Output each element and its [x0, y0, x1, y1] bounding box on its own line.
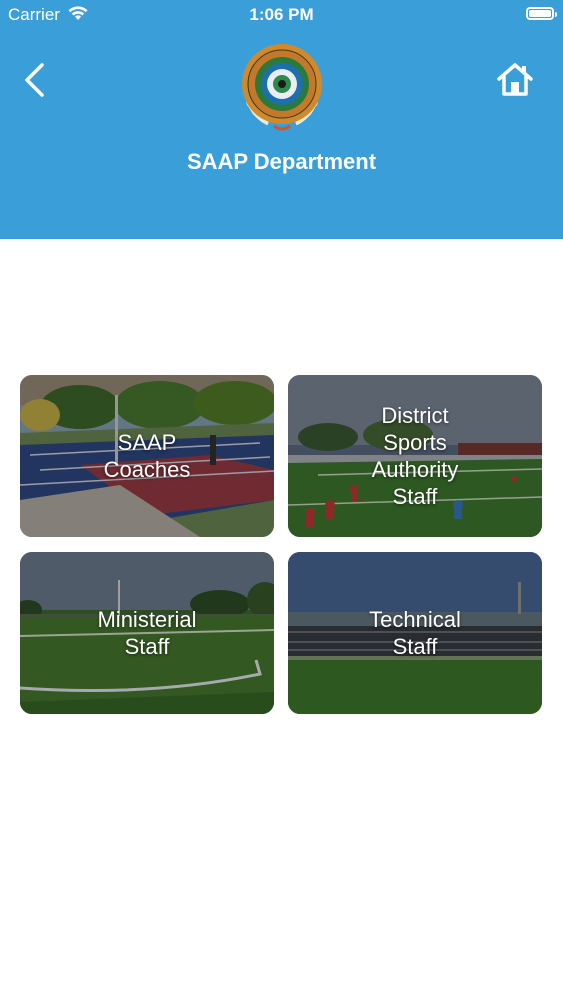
status-bar: Carrier 1:06 PM [0, 0, 563, 28]
card-label: Ministerial Staff [97, 607, 197, 659]
status-time: 1:06 PM [249, 5, 314, 24]
card-technical-staff[interactable]: Technical Staff [288, 552, 542, 714]
battery-icon [526, 7, 557, 20]
card-label: SAAP Coaches [103, 430, 191, 482]
back-button[interactable] [18, 60, 54, 100]
card-label: District Sports Authority Staff [371, 403, 459, 509]
app-header: Carrier 1:06 PM SAAP Department [0, 0, 563, 239]
department-logo [242, 44, 322, 131]
card-ministerial-staff[interactable]: Ministerial Staff [20, 552, 274, 714]
card-saap-coaches[interactable]: SAAP Coaches [20, 375, 274, 537]
page-title: SAAP Department [186, 149, 377, 174]
card-district-sports-authority-staff[interactable]: District Sports Authority Staff [288, 375, 542, 537]
home-button[interactable] [494, 60, 536, 100]
card-label: Technical Staff [369, 607, 461, 659]
